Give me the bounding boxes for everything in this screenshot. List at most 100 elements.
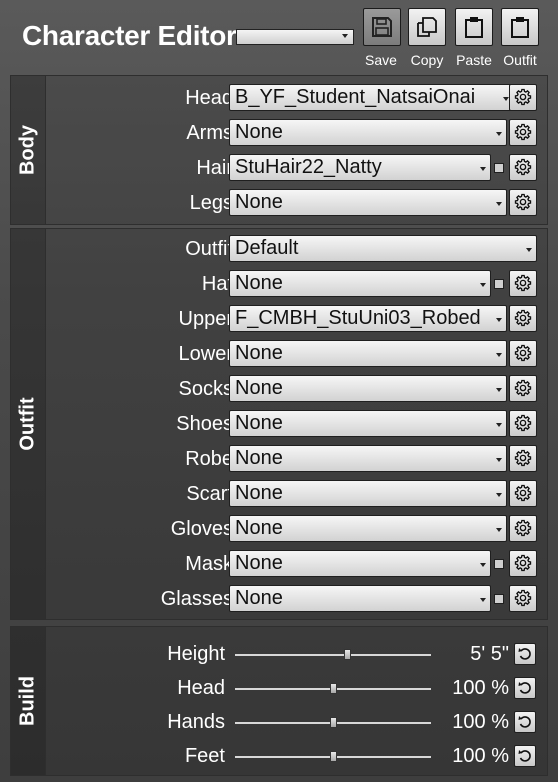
head-dropdown[interactable]: B_YF_Student_NatsaiOnai [229,84,514,111]
scarf-settings-button[interactable] [509,480,537,507]
dropdown-value: B_YF_Student_NatsaiOnai [235,86,476,108]
build-label: Head [177,677,225,699]
height-reset-button[interactable] [514,643,536,665]
build-label: Feet [184,745,225,767]
lower-dropdown[interactable]: None [229,340,507,367]
dropdown-value: Default [235,237,299,259]
row-label: Robe [185,448,233,470]
chevron-down-icon [496,202,502,206]
glasses-dropdown[interactable]: None [229,585,491,612]
outfit-row-scarf: Scarf None [11,477,549,512]
build-row-height: Height 5' 5" [11,638,549,672]
mask-dropdown[interactable]: None [229,550,491,577]
mask-visibility-toggle[interactable] [494,559,504,569]
outfit-row-robe: Robe None [11,442,549,477]
page-title: Character Editor [22,20,237,51]
reset-icon [518,716,531,728]
slider-knob[interactable] [330,717,337,728]
paste-button[interactable] [455,8,493,46]
chevron-down-icon [480,598,486,602]
clipboard-icon [511,17,529,38]
chevron-down-icon [496,318,502,322]
outfit-section: Outfit Outfit Default Hat None Upper F_C… [10,228,548,620]
outfit-row-mask: Mask None [11,547,549,582]
hands-scale-slider[interactable] [235,717,431,728]
build-value: 100 % [452,745,509,767]
head-scale-reset-button[interactable] [514,677,536,699]
row-label: Hair [196,157,233,179]
robe-settings-button[interactable] [509,445,537,472]
dropdown-value: StuHair22_Natty [235,156,382,178]
header: Character Editor Save Copy Paste Outfit [0,0,558,70]
shoes-settings-button[interactable] [509,410,537,437]
save-button[interactable] [363,8,401,46]
body-row-hair: Hair StuHair22_Natty [11,151,549,186]
height-slider[interactable] [235,649,431,660]
glasses-visibility-toggle[interactable] [494,594,504,604]
row-label: Head [185,87,233,109]
socks-dropdown[interactable]: None [229,375,507,402]
gear-icon [514,88,532,106]
dropdown-value: None [235,412,283,434]
outfit-row-outfit: Outfit Default [11,232,549,267]
body-row-arms: Arms None [11,116,549,151]
feet-scale-reset-button[interactable] [514,745,536,767]
dropdown-value: F_CMBH_StuUni03_Robed [235,307,481,329]
head-scale-slider[interactable] [235,683,431,694]
slider-knob[interactable] [330,683,337,694]
feet-scale-slider[interactable] [235,751,431,762]
legs-dropdown[interactable]: None [229,189,507,216]
dropdown-value: None [235,272,283,294]
mask-settings-button[interactable] [509,550,537,577]
build-row-head: Head 100 % [11,672,549,706]
lower-settings-button[interactable] [509,340,537,367]
gear-icon [514,344,532,362]
hat-visibility-toggle[interactable] [494,279,504,289]
gear-icon [514,123,532,141]
legs-settings-button[interactable] [509,189,537,216]
robe-dropdown[interactable]: None [229,445,507,472]
slider-knob[interactable] [343,649,351,660]
preset-dropdown[interactable] [236,29,354,45]
dropdown-value: None [235,447,283,469]
arms-dropdown[interactable]: None [229,119,507,146]
outfit-label: Outfit [503,52,537,68]
outfit-dropdown[interactable]: Default [229,235,537,262]
dropdown-value: None [235,342,283,364]
build-value: 100 % [452,711,509,733]
build-value: 100 % [452,677,509,699]
hat-dropdown[interactable]: None [229,270,491,297]
chevron-down-icon [496,132,502,136]
reset-icon [518,750,531,762]
outfit-row-hat: Hat None [11,267,549,302]
socks-settings-button[interactable] [509,375,537,402]
dropdown-value: None [235,121,283,143]
scarf-dropdown[interactable]: None [229,480,507,507]
head-settings-button[interactable] [509,84,537,111]
slider-knob[interactable] [330,751,337,762]
body-row-legs: Legs None [11,186,549,221]
glasses-settings-button[interactable] [509,585,537,612]
reset-icon [518,682,531,694]
hat-settings-button[interactable] [509,270,537,297]
hair-visibility-toggle[interactable] [494,163,504,173]
chevron-down-icon [496,528,502,532]
outfit-button[interactable] [501,8,539,46]
dropdown-value: None [235,482,283,504]
copy-button[interactable] [408,8,446,46]
dropdown-value: None [235,587,283,609]
arms-settings-button[interactable] [509,119,537,146]
gloves-settings-button[interactable] [509,515,537,542]
gear-icon [514,309,532,327]
gloves-dropdown[interactable]: None [229,515,507,542]
shoes-dropdown[interactable]: None [229,410,507,437]
hair-dropdown[interactable]: StuHair22_Natty [229,154,491,181]
hands-scale-reset-button[interactable] [514,711,536,733]
chevron-down-icon [496,353,502,357]
row-label: Legs [189,192,233,214]
dropdown-value: None [235,377,283,399]
upper-dropdown[interactable]: F_CMBH_StuUni03_Robed [229,305,507,332]
chevron-down-icon [480,283,486,287]
hair-settings-button[interactable] [509,154,537,181]
upper-settings-button[interactable] [509,305,537,332]
